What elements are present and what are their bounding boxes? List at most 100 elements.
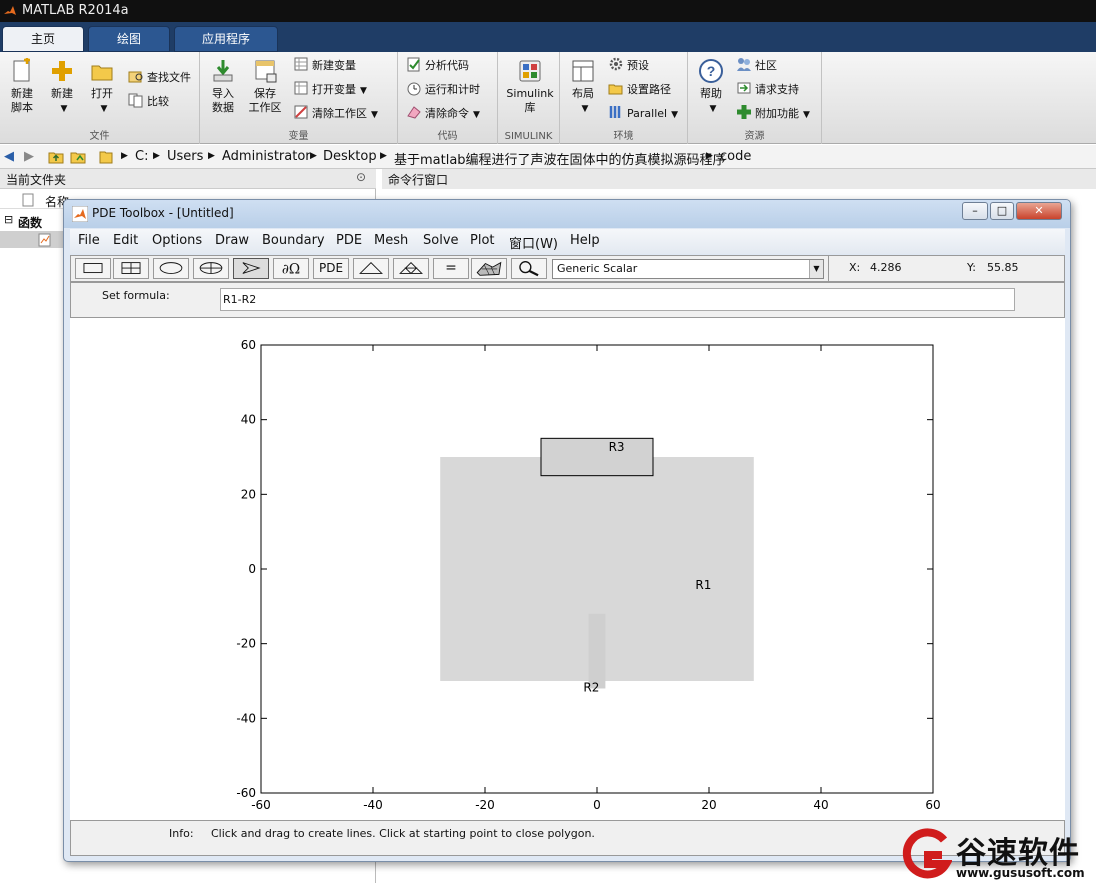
menu-plot[interactable]: Plot [470, 233, 495, 248]
tab-plots[interactable]: 绘图 [88, 26, 170, 52]
menu-file[interactable]: File [78, 233, 100, 248]
chevron-down-icon[interactable]: ▼ [809, 260, 823, 278]
draw-polygon-button[interactable] [233, 258, 269, 279]
breadcrumb-project[interactable]: 基于matlab编程进行了声波在固体中的仿真模拟源码程序 [394, 149, 726, 168]
matlab-title-bar: MATLAB R2014a [0, 0, 1096, 22]
matlab-title: MATLAB R2014a [22, 3, 129, 18]
gear-icon [609, 57, 623, 71]
browse-folder-icon[interactable] [70, 149, 86, 165]
menu-options[interactable]: Options [152, 233, 202, 248]
analyze-code-button[interactable]: 分析代码 [406, 56, 469, 76]
minimize-button[interactable]: – [962, 202, 988, 220]
new-script-button[interactable]: 新建 脚本 [3, 58, 41, 115]
x-tick-label: 40 [813, 798, 828, 812]
request-support-icon [737, 82, 751, 94]
plot-solution-button[interactable] [471, 258, 507, 279]
menu-mesh[interactable]: Mesh [374, 233, 408, 248]
boundary-mode-button[interactable]: ∂Ω [273, 258, 309, 279]
parallel-button[interactable]: Parallel ▼ [608, 104, 678, 124]
find-files-button[interactable]: 查找文件 [128, 68, 191, 88]
import-data-button[interactable]: 导入 数据 [204, 58, 242, 115]
geometry-plot-area[interactable]: -60 -40 -20 0 20 40 60 60 40 20 0 -20 -40 -60 R1 R2 R3 [70, 318, 1065, 820]
panel-menu-icon[interactable]: ⊙ [356, 170, 366, 184]
file-icon [22, 193, 34, 207]
refine-mesh-button[interactable] [393, 258, 429, 279]
breadcrumb-administrator[interactable]: Administrator [222, 149, 311, 164]
clear-workspace-button[interactable]: 清除工作区 ▼ [293, 104, 378, 124]
init-mesh-button[interactable] [353, 258, 389, 279]
forward-arrow-icon[interactable]: ▶ [24, 149, 34, 164]
centered-ellipse-icon [199, 262, 223, 274]
addons-button[interactable]: 附加功能 ▼ [736, 104, 810, 124]
layout-button[interactable]: 布局 ▼ [564, 58, 602, 116]
open-variable-icon [294, 81, 308, 95]
y-tick-label: 20 [241, 487, 256, 501]
preferences-button[interactable]: 预设 [608, 56, 649, 76]
menu-boundary[interactable]: Boundary [262, 233, 325, 248]
maximize-button[interactable]: □ [990, 202, 1014, 220]
draw-ellipse-button[interactable] [153, 258, 189, 279]
compare-button[interactable]: 比较 [128, 92, 169, 112]
draw-centered-ellipse-button[interactable] [193, 258, 229, 279]
simulink-label-2: 库 [524, 101, 536, 114]
clear-commands-button[interactable]: 清除命令 ▼ [406, 104, 480, 124]
tab-home-label: 主页 [30, 32, 55, 46]
solve-button[interactable]: = [433, 258, 469, 279]
addons-plus-icon [737, 105, 751, 119]
draw-rectangle-button[interactable] [75, 258, 111, 279]
save-workspace-label-1: 保存 [254, 87, 276, 100]
solve-button-label: = [445, 260, 457, 276]
menu-edit[interactable]: Edit [113, 233, 138, 248]
collapse-icon[interactable]: ⊟ [4, 213, 13, 226]
menu-pde[interactable]: PDE [336, 233, 362, 248]
breadcrumb-users[interactable]: Users [167, 149, 203, 164]
menu-draw[interactable]: Draw [215, 233, 249, 248]
application-mode-select[interactable]: Generic Scalar ▼ [552, 259, 824, 279]
open-label: 打开 [91, 87, 113, 100]
back-arrow-icon[interactable]: ◀ [4, 149, 14, 164]
simulink-label-1: Simulink [506, 87, 554, 100]
tab-apps[interactable]: 应用程序 [174, 26, 278, 52]
menu-window[interactable]: 窗口(W) [509, 233, 558, 252]
open-variable-button[interactable]: 打开变量 ▼ [293, 80, 367, 100]
ribbon-tabs: 主页 绘图 应用程序 [0, 22, 1096, 52]
breadcrumb-separator: ▶ [706, 151, 713, 161]
draw-centered-rectangle-button[interactable] [113, 258, 149, 279]
help-button[interactable]: ? 帮助 ▼ [692, 58, 730, 116]
zoom-button[interactable] [511, 258, 547, 279]
application-mode-value: Generic Scalar [557, 262, 638, 275]
x-tick-label: 60 [925, 798, 940, 812]
ellipse-icon [159, 262, 183, 274]
request-support-button[interactable]: 请求支持 [736, 80, 799, 100]
y-tick-label: 40 [241, 413, 256, 427]
new-button[interactable]: 新建 ▼ [43, 58, 81, 116]
geometry-axes[interactable]: -60 -40 -20 0 20 40 60 60 40 20 0 -20 -40 -60 R1 R2 R3 [70, 318, 1065, 820]
current-folder-header: 当前文件夹 ⊙ [0, 169, 376, 189]
mfile-icon [38, 233, 51, 247]
y-tick-label: 60 [241, 338, 256, 352]
up-folder-icon[interactable] [48, 149, 64, 165]
simulink-library-button[interactable]: Simulink 库 [506, 58, 554, 115]
new-variable-button[interactable]: 新建变量 [293, 56, 356, 76]
refine-mesh-icon [399, 261, 423, 275]
breadcrumb-desktop[interactable]: Desktop [323, 149, 377, 164]
menu-solve[interactable]: Solve [423, 233, 459, 248]
community-button[interactable]: 社区 [736, 56, 777, 76]
set-formula-input[interactable]: R1-R2 [220, 288, 1015, 311]
pde-title-bar[interactable]: PDE Toolbox - [Untitled] – □ ✕ [64, 200, 1070, 228]
pde-spec-button[interactable]: PDE [313, 258, 349, 279]
save-workspace-button[interactable]: 保存 工作区 [246, 58, 284, 115]
find-files-icon [128, 71, 143, 83]
parallel-icon [609, 106, 621, 118]
tab-home[interactable]: 主页 [2, 26, 84, 52]
x-tick-label: -40 [363, 798, 383, 812]
set-path-button[interactable]: 设置路径 [608, 80, 671, 100]
open-button[interactable]: 打开 ▼ [83, 58, 121, 116]
save-workspace-icon [255, 60, 277, 83]
run-and-time-button[interactable]: 运行和计时 [406, 80, 480, 100]
breadcrumb-code[interactable]: code [720, 149, 751, 164]
import-data-label-2: 数据 [212, 101, 234, 114]
menu-help[interactable]: Help [570, 233, 600, 248]
close-button[interactable]: ✕ [1016, 202, 1062, 220]
breadcrumb-drive[interactable]: C: [135, 149, 148, 164]
